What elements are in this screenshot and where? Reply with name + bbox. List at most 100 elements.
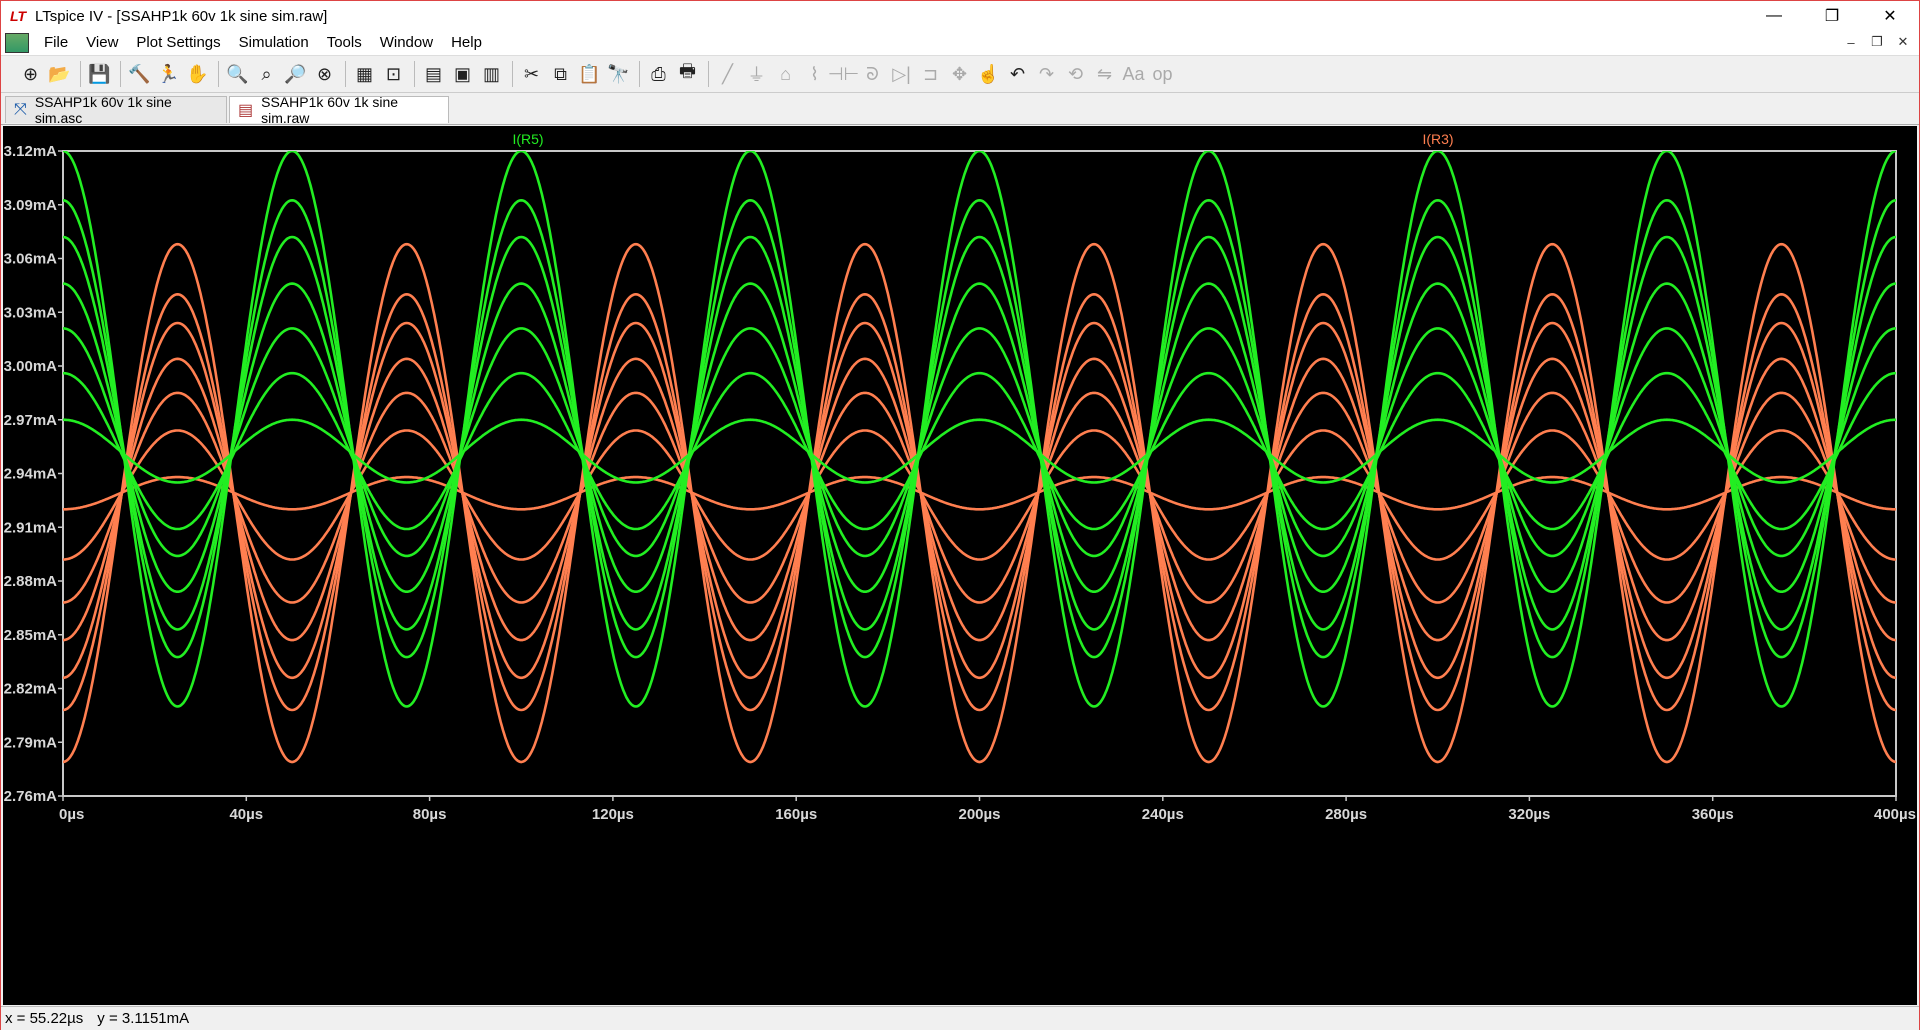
x-tick-label: 320µs — [1508, 806, 1550, 823]
legend-i-r5: I(R5) — [512, 131, 543, 147]
capacitor-icon[interactable]: ⊣⊢ — [828, 61, 859, 88]
toolbar-separator — [414, 61, 415, 87]
document-restore-button[interactable]: ❐ — [1867, 33, 1887, 51]
tile-vertical-icon[interactable]: ▥ — [478, 61, 505, 88]
minimize-button[interactable]: — — [1745, 1, 1803, 31]
move-icon[interactable]: ✥ — [946, 61, 973, 88]
x-tick-label: 360µs — [1692, 806, 1734, 823]
toolbar-separator — [80, 61, 81, 87]
i-r5-trace-2 — [63, 371, 1896, 531]
i-r3-trace-1 — [63, 475, 1896, 511]
y-tick-label: 3.09mA — [4, 197, 58, 214]
x-tick-label: 0µs — [59, 806, 84, 823]
ground-icon[interactable]: ⏚ — [743, 61, 770, 88]
redo-icon[interactable]: ↷ — [1033, 61, 1060, 88]
y-tick-label: 2.97mA — [4, 412, 58, 429]
diode-icon[interactable]: ▷| — [888, 61, 915, 88]
menu-simulation[interactable]: Simulation — [230, 32, 318, 54]
y-tick-label: 3.12mA — [4, 143, 58, 160]
tab-label: SSAHP1k 60v 1k sine sim.raw — [261, 94, 399, 126]
document-close-button[interactable]: ✕ — [1893, 33, 1913, 51]
y-tick-label: 2.94mA — [4, 466, 58, 483]
schematic-icon: ⤧ — [14, 101, 27, 118]
find-icon[interactable]: 🔭 — [605, 61, 632, 88]
open-icon[interactable]: 📂 — [46, 61, 73, 88]
run-icon[interactable]: 🏃 — [155, 61, 182, 88]
waveform-viewer-icon[interactable] — [5, 33, 29, 53]
tab-waveform[interactable]: ▤ SSAHP1k 60v 1k sine sim.raw — [229, 94, 449, 126]
cursor-x-readout: x = 55.22µs — [5, 1010, 84, 1027]
zoom-in-icon[interactable]: 🔍 — [224, 61, 251, 88]
cursor-y-readout: y = 3.1151mA — [97, 1010, 190, 1027]
waveform-chart[interactable]: 3.12mA 3.09mA 3.06mA 3.03mA 3.00mA 2.97mA 2.94… — [3, 126, 1917, 1005]
y-tick-label: 2.82mA — [4, 681, 58, 698]
wire-icon[interactable]: ╱ — [714, 61, 741, 88]
maximize-button[interactable]: ❐ — [1803, 1, 1861, 31]
zoom-out-icon[interactable]: 🔎 — [282, 61, 309, 88]
toolbar-separator — [218, 61, 219, 87]
paste-icon[interactable]: 📋 — [576, 61, 603, 88]
menu-plot-settings[interactable]: Plot Settings — [127, 32, 229, 54]
legend-i-r3: I(R3) — [1422, 131, 1453, 147]
print-icon[interactable]: 🖶 — [674, 61, 701, 88]
toolbar-separator — [345, 61, 346, 87]
zoom-area-icon[interactable]: ⌕ — [253, 61, 280, 88]
control-panel-icon[interactable]: 🔨 — [126, 61, 153, 88]
y-tick-label: 2.79mA — [4, 734, 58, 751]
inductor-icon[interactable]: ᘐ — [859, 61, 886, 88]
menu-view[interactable]: View — [77, 32, 127, 54]
spice-directive-icon[interactable]: op — [1149, 61, 1176, 88]
pan-icon[interactable]: ✋ — [184, 61, 211, 88]
new-schematic-icon[interactable]: ⊕ — [17, 61, 44, 88]
x-tick-label: 280µs — [1325, 806, 1367, 823]
x-tick-label: 160µs — [775, 806, 817, 823]
document-minimize-button[interactable]: – — [1841, 33, 1861, 51]
y-tick-label: 2.91mA — [4, 519, 58, 536]
mark-icon[interactable]: ⊡ — [380, 61, 407, 88]
toolbar-separator — [639, 61, 640, 87]
title-bar[interactable]: LT LTspice IV - [SSAHP1k 60v 1k sine sim… — [1, 1, 1919, 31]
x-tick-label: 40µs — [229, 806, 263, 823]
save-icon[interactable]: 💾 — [86, 61, 113, 88]
document-tabs: ⤧ SSAHP1k 60v 1k sine sim.asc ▤ SSAHP1k … — [1, 93, 1919, 126]
text-icon[interactable]: Aa — [1120, 61, 1147, 88]
autorange-icon[interactable]: ▦ — [351, 61, 378, 88]
mirror-icon[interactable]: ⇋ — [1091, 61, 1118, 88]
tile-horizontal-icon[interactable]: ▤ — [420, 61, 447, 88]
toolbar-separator — [708, 61, 709, 87]
menu-tools[interactable]: Tools — [318, 32, 371, 54]
menu-file[interactable]: File — [35, 32, 77, 54]
y-tick-label: 3.00mA — [4, 358, 58, 375]
i-r3-trace-7 — [63, 242, 1896, 764]
waveform-plot[interactable]: 3.12mA 3.09mA 3.06mA 3.03mA 3.00mA 2.97mA 2.94… — [3, 126, 1917, 1005]
ltspice-window: LT LTspice IV - [SSAHP1k 60v 1k sine sim… — [0, 0, 1920, 1030]
menu-help[interactable]: Help — [442, 32, 491, 54]
copy-icon[interactable]: ⧉ — [547, 61, 574, 88]
close-button[interactable]: ✕ — [1861, 1, 1919, 31]
drag-icon[interactable]: ☝ — [975, 61, 1002, 88]
cut-icon[interactable]: ✂ — [518, 61, 545, 88]
toolbar-separator — [120, 61, 121, 87]
tab-schematic[interactable]: ⤧ SSAHP1k 60v 1k sine sim.asc — [5, 94, 227, 126]
x-tick-label: 200µs — [958, 806, 1000, 823]
status-bar: x = 55.22µs y = 3.1151mA — [1, 1006, 1919, 1030]
x-tick-label: 240µs — [1142, 806, 1184, 823]
cascade-icon[interactable]: ▣ — [449, 61, 476, 88]
y-tick-label: 2.76mA — [4, 788, 58, 805]
undo-icon[interactable]: ↶ — [1004, 61, 1031, 88]
x-tick-label: 120µs — [592, 806, 634, 823]
x-tick-label: 80µs — [413, 806, 447, 823]
y-tick-label: 2.88mA — [4, 573, 58, 590]
label-icon[interactable]: ⌂ — [772, 61, 799, 88]
y-tick-label: 3.03mA — [4, 304, 58, 321]
toolbar: ⊕ 📂 💾 🔨 🏃 ✋ 🔍 ⌕ 🔎 ⊗ ▦ ⊡ ▤ ▣ ▥ ✂ ⧉ 📋 🔭 ⎙ 🖶 ╱ ⏚ ⌂ ⌇ ⊣⊢ ᘐ ▷| ⊐ ✥ ☝ ↶ ↷ ⟲ ⇋ Aa o… — [1, 55, 1919, 93]
rotate-icon[interactable]: ⟲ — [1062, 61, 1089, 88]
y-tick-label: 2.85mA — [4, 627, 58, 644]
y-tick-label: 3.06mA — [4, 251, 58, 268]
zoom-fit-icon[interactable]: ⊗ — [311, 61, 338, 88]
tab-label: SSAHP1k 60v 1k sine sim.asc — [34, 94, 172, 126]
component-icon[interactable]: ⊐ — [917, 61, 944, 88]
print-preview-icon[interactable]: ⎙ — [645, 61, 672, 88]
resistor-icon[interactable]: ⌇ — [801, 61, 828, 88]
menu-window[interactable]: Window — [371, 32, 442, 54]
